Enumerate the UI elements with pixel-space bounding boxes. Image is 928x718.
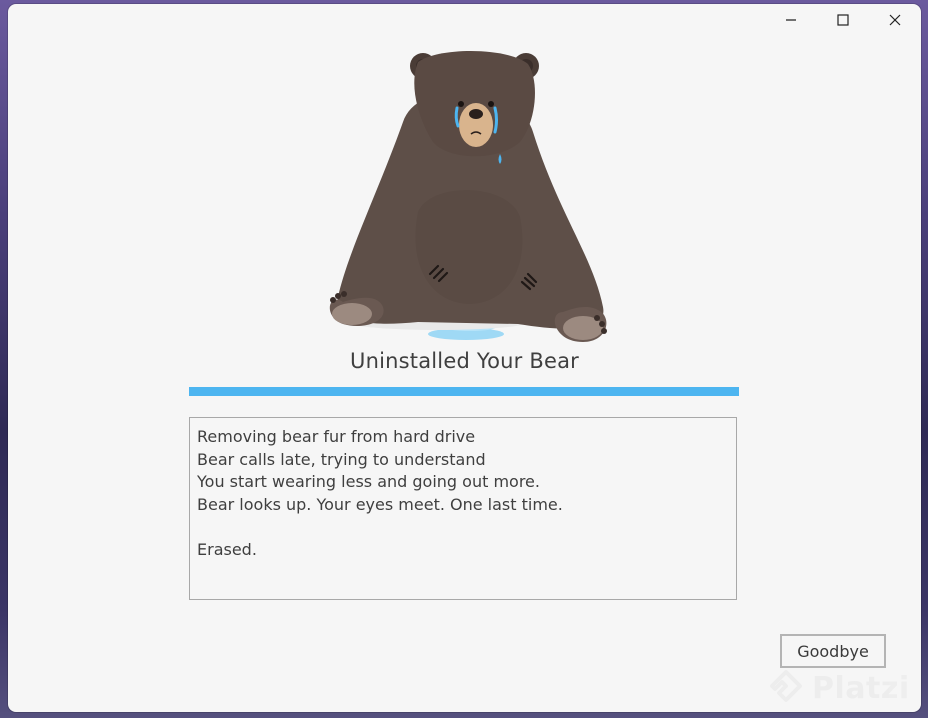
log-spacer [197, 516, 736, 539]
uninstall-log[interactable]: Removing bear fur from hard drive Bear c… [189, 417, 737, 600]
log-line: Removing bear fur from hard drive [197, 427, 476, 446]
log-line: You start wearing less and going out mor… [197, 472, 540, 492]
maximize-button[interactable] [817, 4, 869, 36]
close-button[interactable] [869, 4, 921, 36]
watermark: Platzi [766, 664, 921, 712]
watermark-text: Platzi [812, 670, 910, 706]
uninstaller-window: Uninstalled Your Bear Removing bear fur … [8, 4, 921, 712]
progress-fill [189, 387, 739, 396]
minimize-button[interactable] [765, 4, 817, 36]
log-final-line: Erased. [197, 539, 257, 559]
log-line: Bear looks up. Your eyes meet. One last … [197, 494, 563, 514]
minimize-icon [786, 19, 796, 21]
page-title: Uninstalled Your Bear [350, 349, 579, 373]
crying-bear-icon [329, 50, 607, 342]
uninstall-progress-bar [189, 387, 739, 396]
crying-bear-illustration [308, 42, 618, 352]
goodbye-button[interactable]: Goodbye [780, 634, 886, 668]
maximize-icon [837, 14, 849, 26]
close-icon [889, 14, 901, 26]
platzi-logo-icon [770, 670, 802, 702]
log-line: Bear calls late, trying to understand [197, 449, 486, 469]
